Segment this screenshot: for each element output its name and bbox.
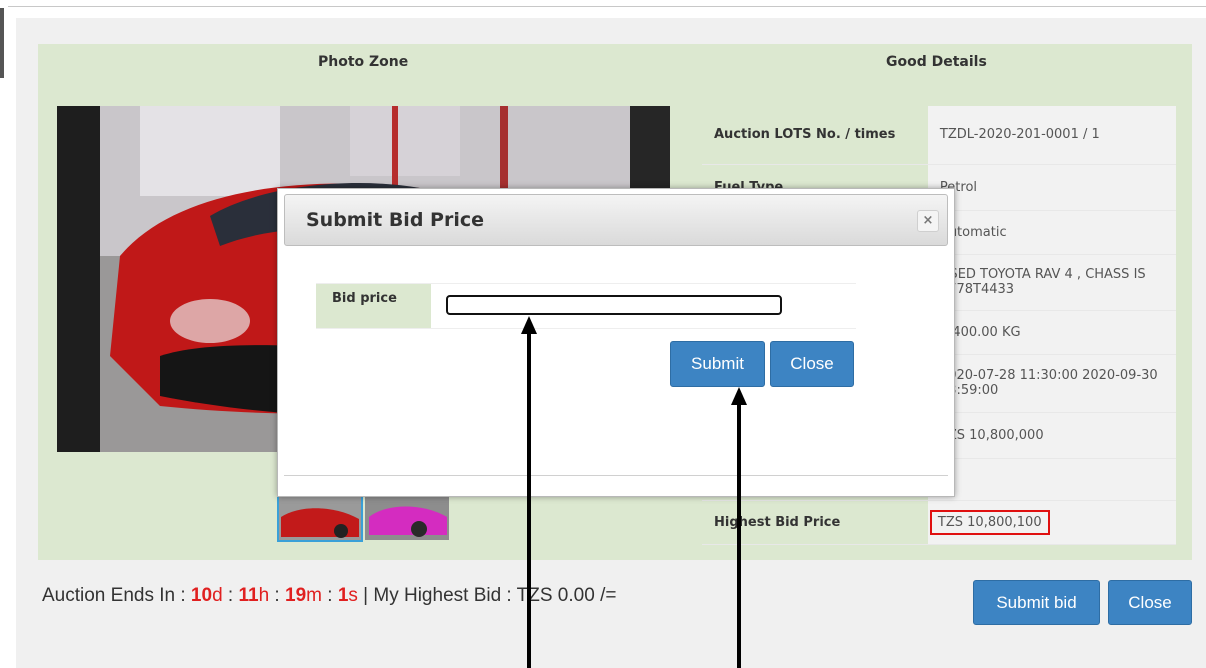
thumbnail-red-image: [279, 497, 361, 540]
countdown-seconds: 1: [337, 585, 349, 606]
annotation-arrow-input: [527, 332, 531, 668]
detail-value: Automatic: [927, 210, 1176, 255]
highest-bid-cell: TZS 10,800,100: [927, 500, 1176, 545]
top-divider: [8, 6, 1206, 7]
modal-header: Submit Bid Price ×: [284, 194, 948, 246]
countdown-hours: 11: [238, 585, 259, 606]
detail-value: 2020-07-28 11:30:00 2020-09-30 23:59:00: [927, 354, 1176, 413]
submit-bid-button[interactable]: Submit bid: [973, 580, 1100, 625]
detail-label: Auction LOTS No. / times: [702, 106, 928, 165]
thumbnail-pink-image: [365, 495, 449, 540]
bid-price-row: Bid price: [316, 283, 856, 329]
detail-row: Highest Bid Price TZS 10,800,100: [702, 500, 1176, 545]
bid-price-label: Bid price: [316, 284, 431, 328]
submit-bid-modal: Submit Bid Price × Bid price Submit Clos…: [277, 188, 955, 497]
modal-title: Submit Bid Price: [306, 209, 484, 231]
countdown-days: 10: [190, 585, 213, 606]
highest-bid-label: Highest Bid Price: [702, 500, 928, 545]
good-details-title: Good Details: [886, 54, 987, 70]
photo-zone-title: Photo Zone: [318, 54, 409, 70]
detail-row: Auction LOTS No. / times TZDL-2020-201-0…: [702, 106, 1176, 165]
detail-value: Petrol: [927, 164, 1176, 211]
left-scroll-edge: [0, 8, 4, 78]
modal-submit-button[interactable]: Submit: [670, 341, 765, 387]
bid-price-input[interactable]: [446, 295, 782, 315]
thumbnail-red-car[interactable]: [277, 495, 363, 542]
detail-value: USED TOYOTA RAV 4 , CHASS IS 4778T4433: [927, 254, 1176, 311]
thumbnail-pink-car[interactable]: [365, 495, 449, 540]
modal-close-icon[interactable]: ×: [917, 210, 939, 232]
countdown-hours-unit: h: [258, 585, 270, 606]
photo-left-shade: [57, 106, 100, 452]
countdown-minutes: 19: [285, 585, 307, 606]
modal-footer-divider: [284, 475, 948, 476]
photo-thumbnails: [277, 495, 453, 542]
my-highest-bid: | My Highest Bid : TZS 0.00 /=: [357, 585, 617, 606]
annotation-arrow-submit: [737, 403, 741, 668]
detail-value: 3: [927, 458, 1176, 501]
close-button[interactable]: Close: [1108, 580, 1192, 625]
page-root: Photo Zone Good Details Auction LOTS No.…: [0, 0, 1206, 668]
countdown-days-unit: d: [212, 585, 223, 606]
detail-value: TZS 10,800,000: [927, 412, 1176, 459]
detail-value: TZDL-2020-201-0001 / 1: [927, 106, 1176, 165]
highest-bid-value: TZS 10,800,100: [929, 509, 1050, 535]
modal-close-button[interactable]: Close: [770, 341, 854, 387]
countdown-seconds-unit: s: [348, 585, 358, 606]
countdown-minutes-unit: m: [306, 585, 322, 606]
countdown-prefix: Auction Ends In :: [42, 585, 191, 606]
detail-value: 1,400.00 KG: [927, 310, 1176, 355]
